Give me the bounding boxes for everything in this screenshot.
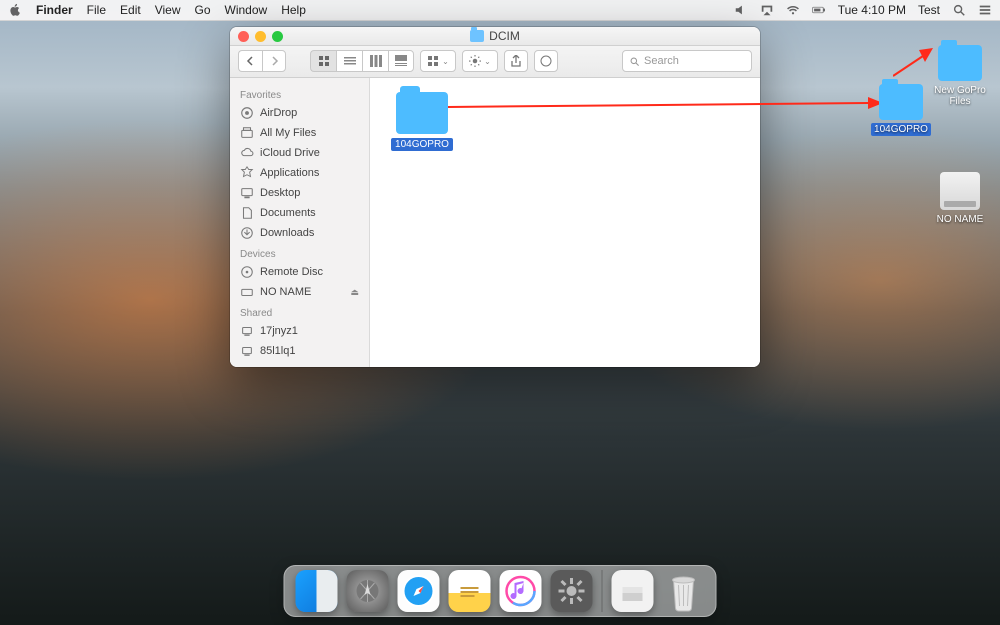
- clock[interactable]: Tue 4:10 PM: [838, 3, 906, 17]
- documents-icon: [240, 206, 254, 220]
- sidebar-item-desktop[interactable]: Desktop: [230, 183, 369, 203]
- column-view-button[interactable]: [362, 50, 388, 72]
- tags-button[interactable]: [534, 50, 558, 72]
- apple-menu-icon[interactable]: [8, 3, 22, 17]
- dock: [284, 565, 717, 617]
- dock-notes[interactable]: [449, 570, 491, 612]
- menu-view[interactable]: View: [155, 3, 181, 17]
- dock-downloads[interactable]: [612, 570, 654, 612]
- shared-icon: [240, 344, 254, 358]
- apps-icon: [240, 166, 254, 180]
- sidebar-heading-shared: Shared: [230, 302, 369, 321]
- battery-icon[interactable]: [812, 3, 826, 17]
- sidebar-item-shared-2[interactable]: 85l1lq1: [230, 341, 369, 361]
- zoom-button[interactable]: [272, 31, 283, 42]
- sidebar-heading-favorites: Favorites: [230, 84, 369, 103]
- view-buttons: [310, 50, 414, 72]
- icon-view-button[interactable]: [310, 50, 336, 72]
- sidebar-item-downloads[interactable]: Downloads: [230, 223, 369, 243]
- menu-window[interactable]: Window: [225, 3, 268, 17]
- dock-separator: [602, 570, 603, 612]
- menu-help[interactable]: Help: [281, 3, 306, 17]
- finder-sidebar: Favorites AirDrop All My Files iCloud Dr…: [230, 78, 370, 367]
- dock-itunes[interactable]: [500, 570, 542, 612]
- arrange-button[interactable]: ⌄: [420, 50, 456, 72]
- icon-label: 104GOPRO: [871, 123, 931, 136]
- desktop-icon: [240, 186, 254, 200]
- search-placeholder: Search: [644, 55, 679, 67]
- menu-file[interactable]: File: [87, 3, 106, 17]
- airdrop-icon: [240, 106, 254, 120]
- eject-icon[interactable]: ⏏: [350, 287, 359, 298]
- app-name[interactable]: Finder: [36, 3, 73, 17]
- folder-104gopro[interactable]: 104GOPRO: [384, 92, 460, 151]
- share-button[interactable]: [504, 50, 528, 72]
- coverflow-view-button[interactable]: [388, 50, 414, 72]
- dock-safari[interactable]: [398, 570, 440, 612]
- sidebar-item-documents[interactable]: Documents: [230, 203, 369, 223]
- sidebar-item-no-name[interactable]: NO NAME⏏: [230, 282, 369, 302]
- wifi-icon[interactable]: [786, 3, 800, 17]
- search-field[interactable]: Search: [622, 50, 752, 72]
- folder-icon: [879, 84, 923, 120]
- icon-label: New GoPro Files: [934, 85, 986, 107]
- folder-icon: [470, 30, 484, 42]
- downloads-icon: [240, 226, 254, 240]
- spotlight-icon[interactable]: [952, 3, 966, 17]
- dock-trash[interactable]: [663, 570, 705, 612]
- folder-icon: [938, 45, 982, 81]
- shared-icon: [240, 324, 254, 338]
- sidebar-item-remote-disc[interactable]: Remote Disc: [230, 262, 369, 282]
- desktop[interactable]: Finder File Edit View Go Window Help Tue…: [0, 0, 1000, 625]
- drive-icon: [240, 285, 254, 299]
- folder-icon: [396, 92, 448, 134]
- window-title: DCIM: [489, 29, 520, 43]
- finder-window[interactable]: DCIM ⌄ ⌄ Search Fav: [230, 27, 760, 367]
- menu-go[interactable]: Go: [195, 3, 211, 17]
- sidebar-heading-devices: Devices: [230, 243, 369, 262]
- dock-finder[interactable]: [296, 570, 338, 612]
- desktop-drive-no-name[interactable]: NO NAME: [930, 172, 990, 225]
- allfiles-icon: [240, 126, 254, 140]
- finder-titlebar[interactable]: DCIM: [230, 27, 760, 46]
- desktop-folder-104gopro[interactable]: 104GOPRO: [866, 84, 936, 135]
- nav-buttons: [238, 50, 286, 72]
- sidebar-item-applications[interactable]: Applications: [230, 163, 369, 183]
- folder-label: 104GOPRO: [391, 138, 453, 151]
- notification-center-icon[interactable]: [978, 3, 992, 17]
- airplay-icon[interactable]: [760, 3, 774, 17]
- back-button[interactable]: [238, 50, 262, 72]
- sidebar-item-airdrop[interactable]: AirDrop: [230, 103, 369, 123]
- list-view-button[interactable]: [336, 50, 362, 72]
- icon-label: NO NAME: [937, 214, 984, 225]
- volume-icon[interactable]: [734, 3, 748, 17]
- sidebar-item-icloud[interactable]: iCloud Drive: [230, 143, 369, 163]
- action-button[interactable]: ⌄: [462, 50, 498, 72]
- remotedisc-icon: [240, 265, 254, 279]
- drive-icon: [940, 172, 980, 210]
- menu-edit[interactable]: Edit: [120, 3, 141, 17]
- menubar: Finder File Edit View Go Window Help Tue…: [0, 0, 1000, 21]
- dock-launchpad[interactable]: [347, 570, 389, 612]
- minimize-button[interactable]: [255, 31, 266, 42]
- finder-content[interactable]: 104GOPRO: [370, 78, 760, 367]
- sidebar-item-all-my-files[interactable]: All My Files: [230, 123, 369, 143]
- icloud-icon: [240, 146, 254, 160]
- finder-toolbar: ⌄ ⌄ Search: [230, 46, 760, 78]
- close-button[interactable]: [238, 31, 249, 42]
- user-menu[interactable]: Test: [918, 3, 940, 17]
- dock-system-preferences[interactable]: [551, 570, 593, 612]
- sidebar-item-shared-1[interactable]: 17jnyz1: [230, 321, 369, 341]
- forward-button[interactable]: [262, 50, 286, 72]
